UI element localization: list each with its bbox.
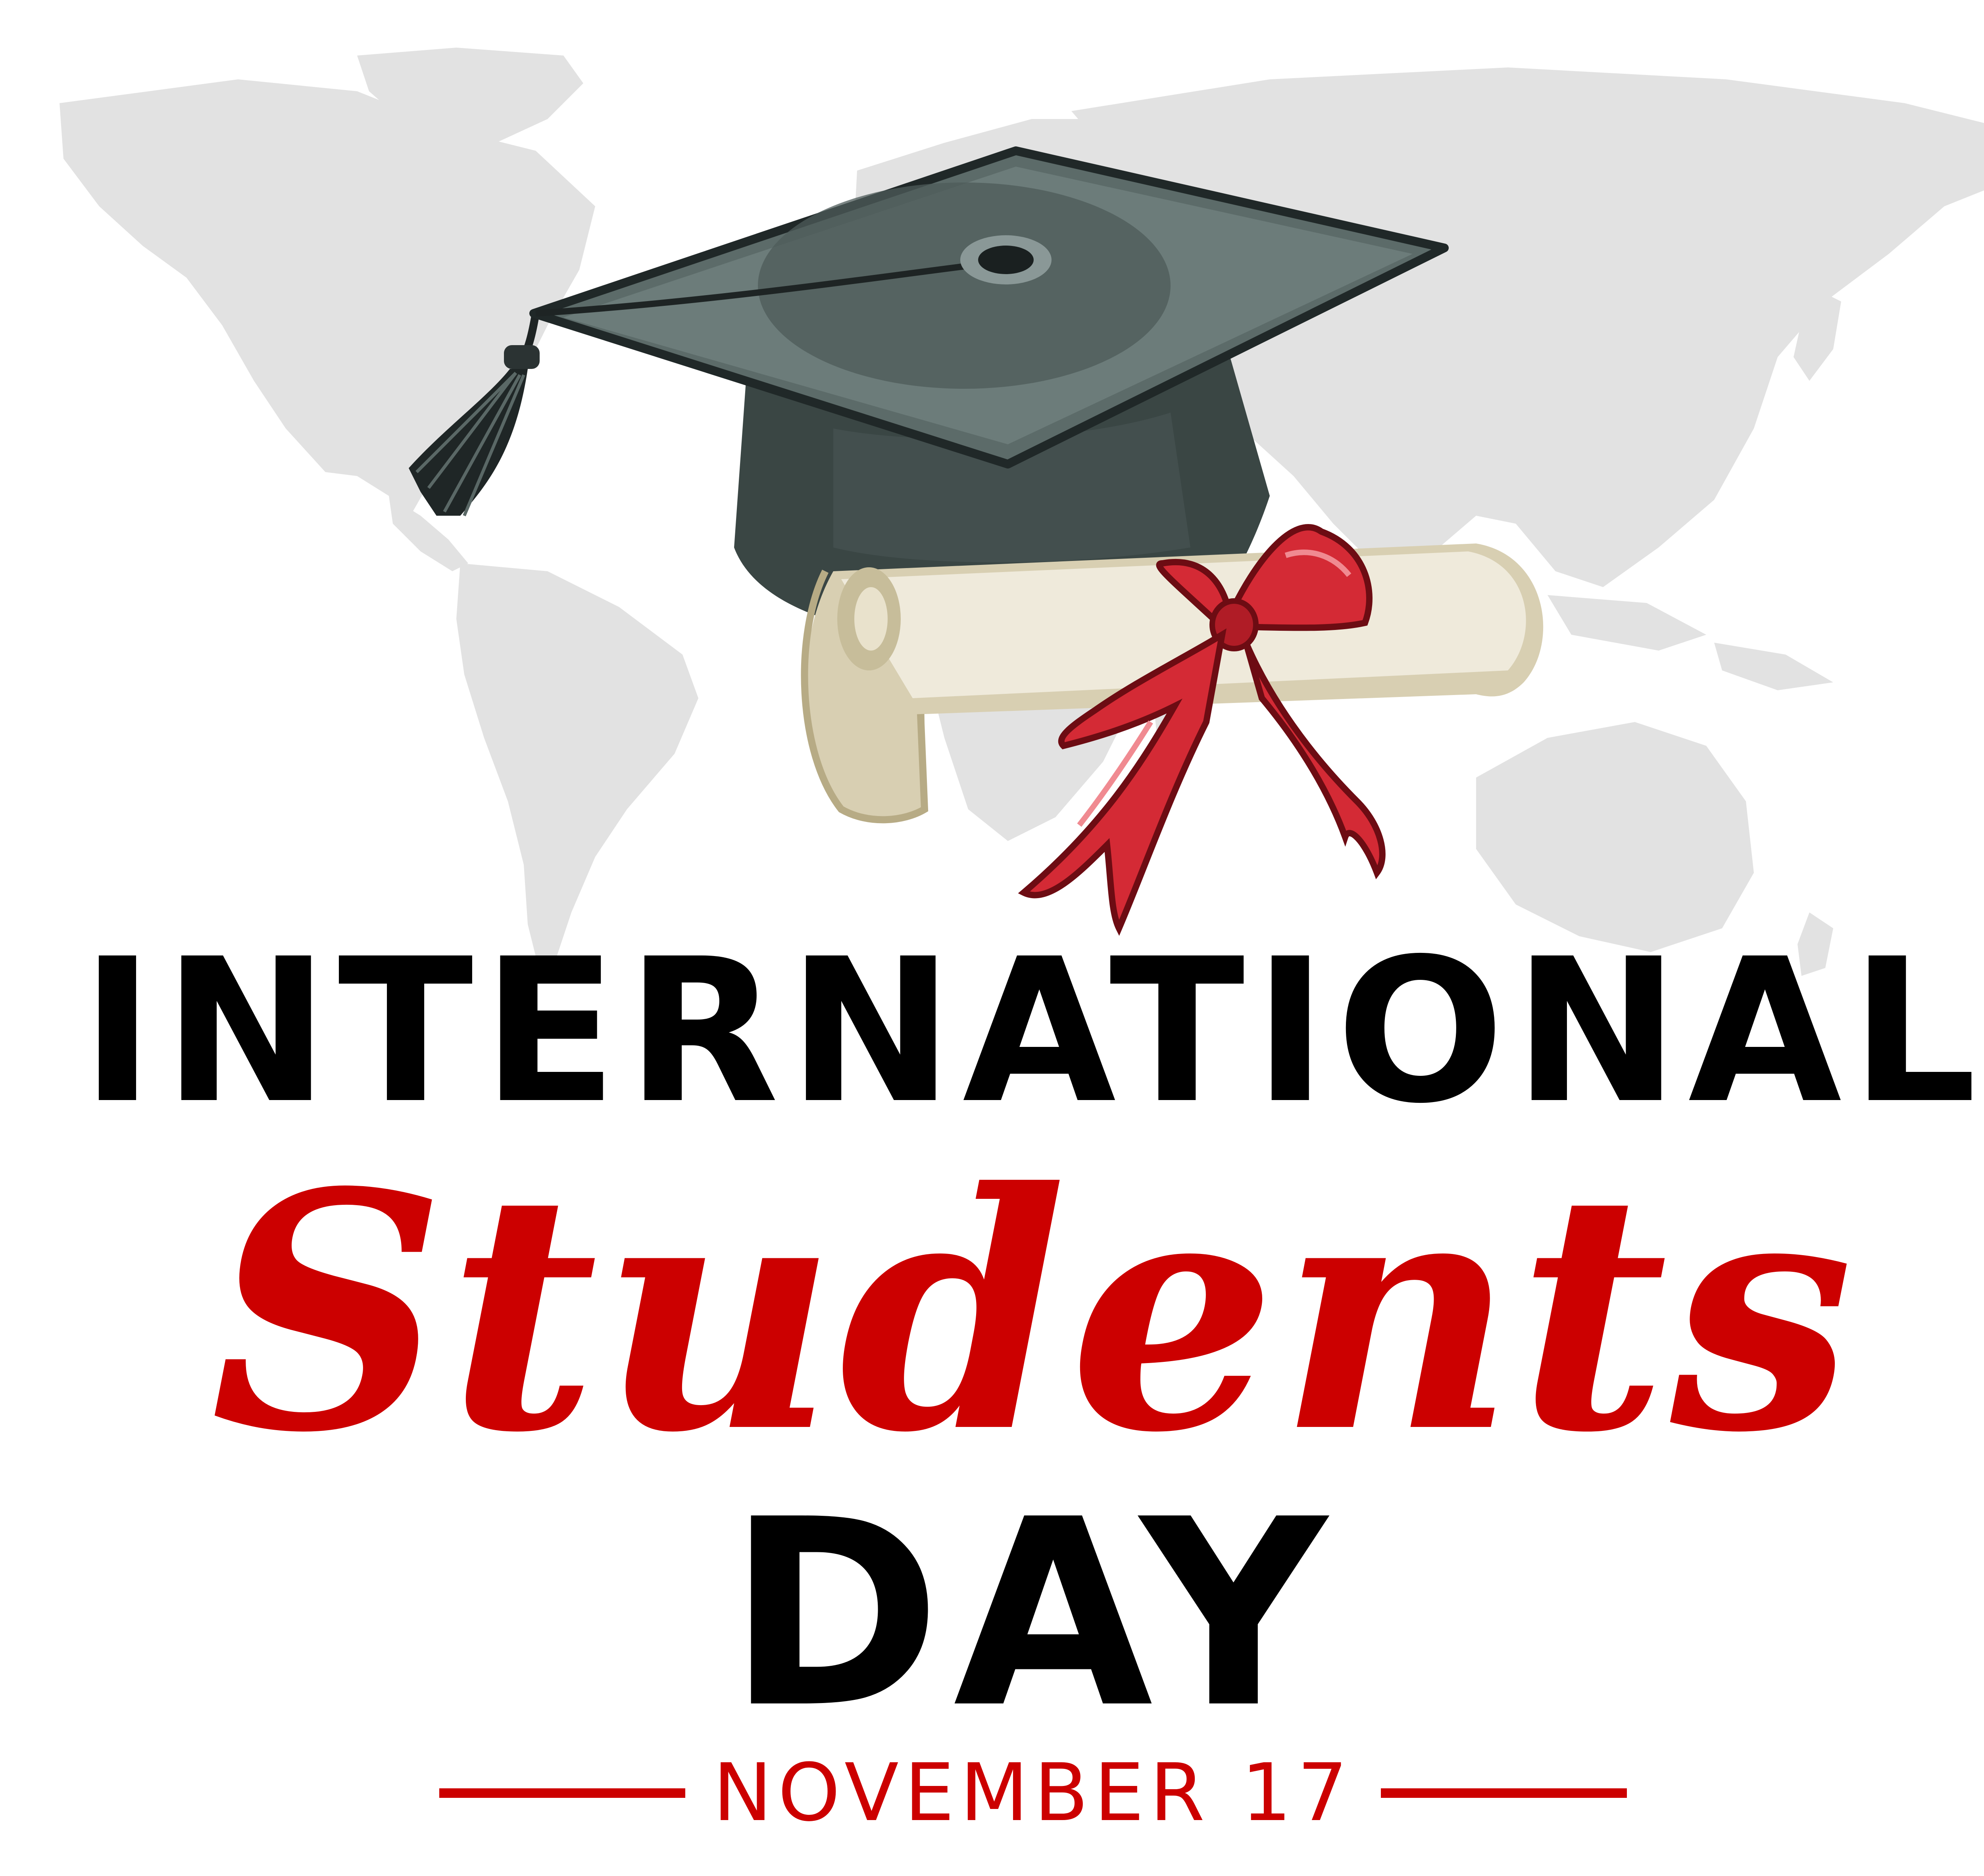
headline-international: INTERNATIONAL: [81, 916, 1984, 1147]
date-row: NOVEMBER 17: [0, 1745, 1984, 1841]
date-rule-right: [1381, 1788, 1627, 1798]
headline-students: Students: [210, 1122, 1856, 1504]
poster: INTERNATIONAL Students DAY NOVEMBER 17: [0, 0, 1984, 1876]
headline-day: DAY: [727, 1465, 1339, 1765]
date-text: NOVEMBER 17: [713, 1747, 1353, 1839]
date-rule-left: [439, 1788, 685, 1798]
